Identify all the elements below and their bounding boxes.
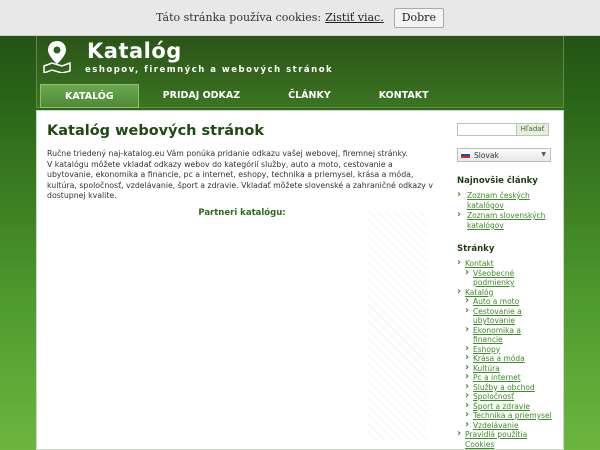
page-wrapper: Katalóg eshopov, firemných a webových st… bbox=[36, 36, 564, 450]
language-select[interactable]: Slovak ▼ bbox=[457, 148, 551, 162]
page-link[interactable]: Technika a priemysel bbox=[457, 410, 552, 421]
content-area: Katalóg webových stránok Ručne triedený … bbox=[36, 110, 564, 450]
search-input[interactable] bbox=[457, 123, 517, 136]
cookie-more-link[interactable]: Zistiť viac. bbox=[325, 11, 384, 24]
nav-clanky[interactable]: ČLÁNKY bbox=[264, 84, 355, 108]
site-title[interactable]: Katalóg bbox=[87, 39, 182, 63]
page-title: Katalóg webových stránok bbox=[47, 123, 264, 139]
page-link[interactable]: Pc a internet bbox=[457, 372, 552, 383]
page-link[interactable]: Vzdelávanie bbox=[457, 420, 552, 431]
latest-articles-list: Zoznam českých katalógov Zoznam slovensk… bbox=[457, 190, 552, 230]
main-column: Katalóg webových stránok Ručne triedený … bbox=[47, 123, 437, 218]
search-form: Hľadať bbox=[457, 123, 552, 136]
cookie-accept-button[interactable]: Dobre bbox=[393, 7, 444, 28]
pages-list: KontaktVšeobecné podmienkyKatalógAuto a … bbox=[457, 258, 552, 450]
page-link[interactable]: Katalóg bbox=[457, 287, 552, 298]
page-link[interactable]: Služby a obchod bbox=[457, 382, 552, 393]
page-link[interactable]: Šport a zdravie bbox=[457, 401, 552, 412]
nav-katalog[interactable]: KATALÓG bbox=[40, 84, 139, 108]
sidebar: Hľadať Slovak ▼ Najnovšie články Zoznam … bbox=[457, 123, 552, 450]
page-link[interactable]: Eshopy bbox=[457, 344, 552, 355]
page-link[interactable]: Pravidlá použitia Cookies bbox=[457, 429, 552, 449]
cookie-bar: Táto stránka používa cookies: Zistiť via… bbox=[0, 0, 600, 36]
page-link[interactable]: Auto a moto bbox=[457, 296, 552, 307]
cookie-text: Táto stránka používa cookies: bbox=[156, 11, 322, 24]
nav-kontakt[interactable]: KONTAKT bbox=[355, 84, 453, 108]
latest-article-link[interactable]: Zoznam slovenských katalógov bbox=[457, 210, 552, 230]
main-nav: KATALÓG PRIDAJ ODKAZ ČLÁNKY KONTAKT bbox=[37, 84, 453, 108]
map-pin-icon bbox=[43, 41, 71, 73]
page-link[interactable]: Kultúra bbox=[457, 363, 552, 374]
partners-area bbox=[367, 211, 427, 441]
nav-pridaj-odkaz[interactable]: PRIDAJ ODKAZ bbox=[139, 84, 264, 108]
intro-line-1: Ručne triedený naj-katalog.eu Vám ponúka… bbox=[47, 149, 408, 158]
pages-title: Stránky bbox=[457, 244, 495, 254]
language-label: Slovak bbox=[474, 150, 499, 160]
site-header: Katalóg eshopov, firemných a webových st… bbox=[36, 36, 564, 108]
page-link[interactable]: Kontakt bbox=[457, 258, 552, 269]
page-link[interactable]: Ekonomika a financie bbox=[457, 325, 552, 345]
chevron-down-icon: ▼ bbox=[541, 151, 546, 158]
slovak-flag-icon bbox=[461, 152, 470, 158]
site-subtitle: eshopov, firemných a webových stránok bbox=[85, 65, 334, 75]
page-link[interactable]: Cestovanie a ubytovanie bbox=[457, 306, 552, 326]
search-button[interactable]: Hľadať bbox=[517, 123, 549, 136]
latest-article-link[interactable]: Zoznam českých katalógov bbox=[457, 190, 552, 210]
page-link[interactable]: Krása a móda bbox=[457, 353, 552, 364]
intro-line-2: V katalógu môžete vkladať odkazy webov d… bbox=[47, 159, 434, 201]
latest-articles-title: Najnovšie články bbox=[457, 176, 538, 186]
page-link[interactable]: Spoločnosť bbox=[457, 391, 552, 402]
page-link[interactable]: Všeobecné podmienky bbox=[457, 268, 552, 288]
